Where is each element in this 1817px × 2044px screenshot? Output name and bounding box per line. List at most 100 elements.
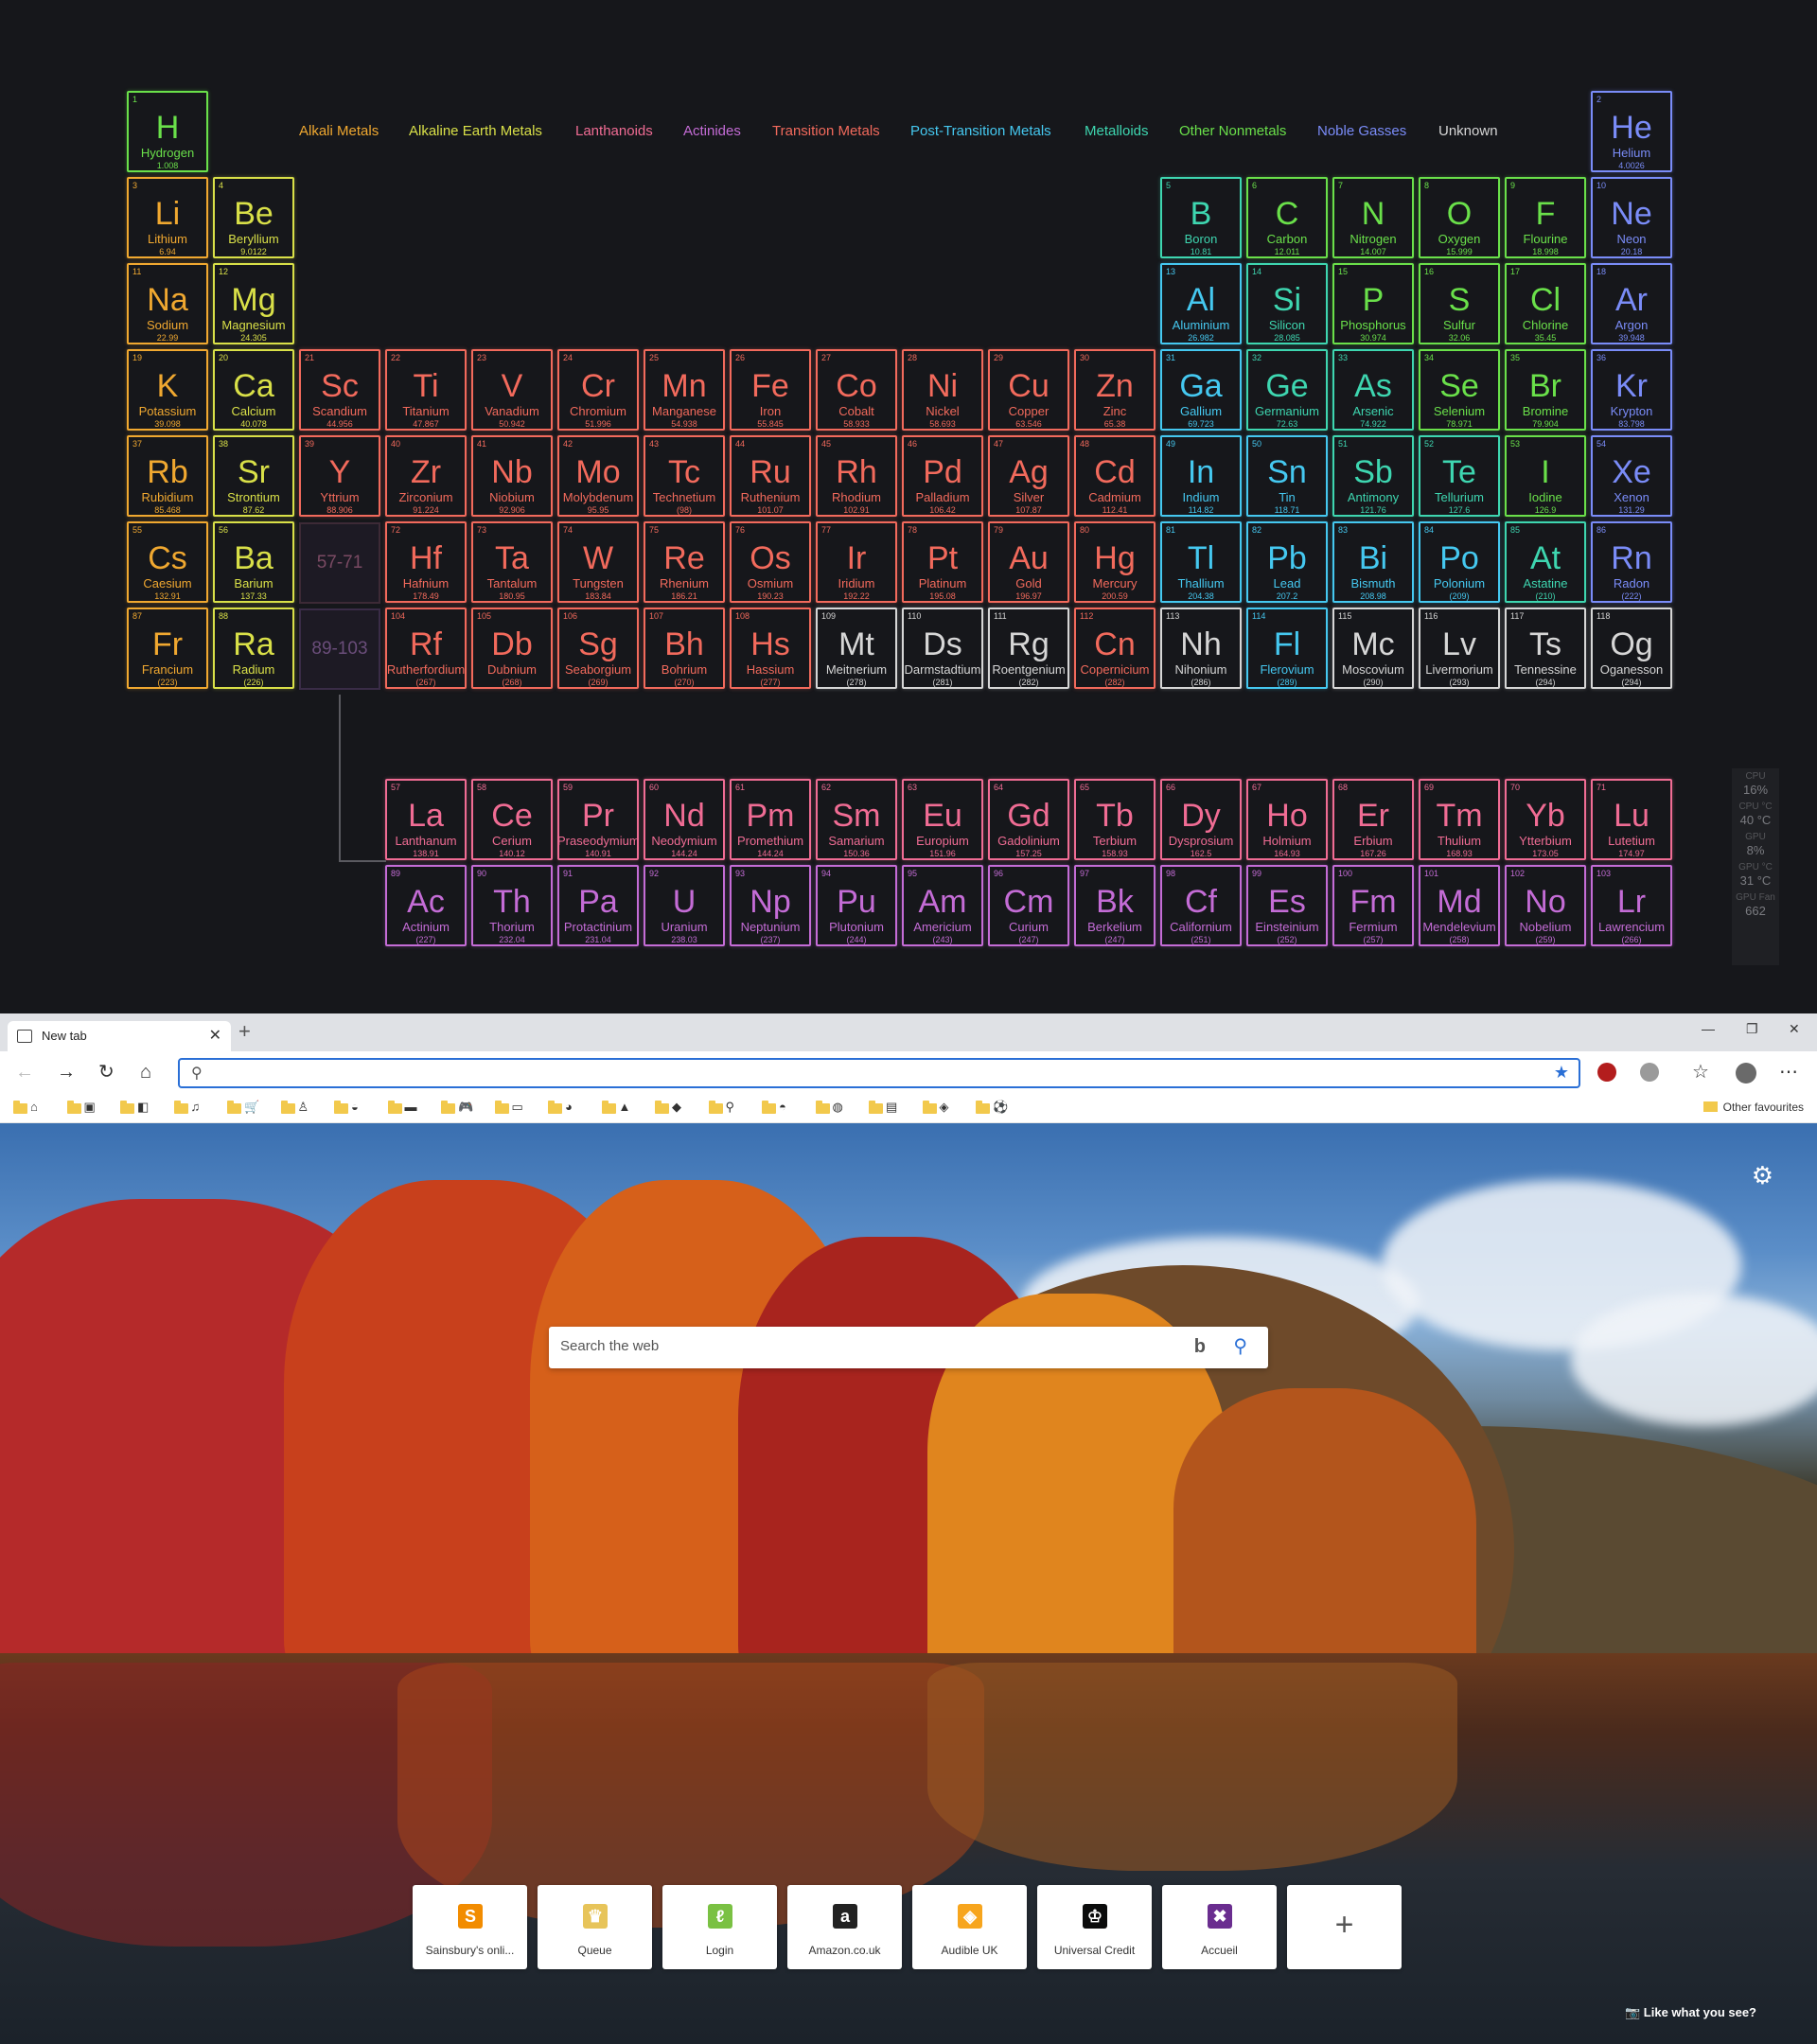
element-symbol: Ac [407, 884, 445, 920]
element-mass: 121.76 [1360, 505, 1386, 515]
profile-avatar[interactable] [1736, 1063, 1756, 1084]
element-name: Yttrium [320, 490, 360, 504]
favourites-list-icon[interactable]: ☆ [1692, 1061, 1709, 1084]
element-cell: 48 Cd Cadmium 112.41 [1074, 435, 1155, 517]
element-number: 91 [563, 869, 573, 878]
element-symbol: Ru [750, 454, 791, 490]
search-icon[interactable]: ⚲ [1233, 1334, 1247, 1358]
element-mass: 4.0026 [1618, 161, 1645, 170]
element-name: Bohrium [661, 662, 708, 677]
element-name: Germanium [1255, 404, 1319, 418]
element-mass: (278) [846, 678, 867, 687]
site-logo-icon: a [833, 1904, 857, 1929]
element-name: Zirconium [398, 490, 453, 504]
new-tab-button[interactable]: + [238, 1021, 251, 1042]
web-search-box[interactable]: b ⚲ [549, 1327, 1268, 1368]
element-mass: 88.906 [326, 505, 353, 515]
element-number: 26 [735, 353, 746, 362]
site-favicon-icon: ◕ [565, 1100, 573, 1114]
element-cell: 92 U Uranium 238.03 [644, 865, 725, 946]
element-symbol: Ir [846, 540, 867, 576]
element-number: 78 [908, 525, 918, 535]
extension-icon[interactable] [1640, 1063, 1659, 1082]
element-number: 74 [563, 525, 573, 535]
close-window-button[interactable]: ✕ [1789, 1021, 1800, 1037]
element-mass: 138.91 [413, 849, 439, 858]
site-logo-icon: ◈ [958, 1904, 982, 1929]
element-mass: 85.468 [154, 505, 181, 515]
bing-logo-icon[interactable]: b [1194, 1336, 1206, 1358]
element-mass: (226) [243, 678, 264, 687]
element-cell: 58 Ce Cerium 140.12 [471, 779, 553, 860]
site-favicon-icon: ▤ [886, 1100, 898, 1114]
element-symbol: Tb [1096, 798, 1134, 834]
search-input[interactable] [560, 1338, 1185, 1354]
element-number: 30 [1080, 353, 1090, 362]
element-cell: 115 Mc Moscovium (290) [1332, 608, 1414, 689]
refresh-icon[interactable]: ↻ [98, 1061, 115, 1084]
add-quick-link-button[interactable]: + [1287, 1885, 1402, 1969]
folder-icon [655, 1101, 669, 1114]
element-number: 49 [1166, 439, 1176, 449]
element-name: Mercury [1092, 576, 1138, 590]
element-symbol: Mg [231, 282, 276, 318]
element-name: Radon [1613, 576, 1650, 590]
adblock-extension-icon[interactable] [1597, 1063, 1616, 1082]
site-favicon-icon: ▲ [618, 1100, 631, 1114]
element-mass: 102.91 [843, 505, 870, 515]
element-cell: 24 Cr Chromium 51.996 [557, 349, 639, 431]
element-mass: 40.078 [240, 419, 267, 429]
other-favourites-folder[interactable]: Other favourites [1702, 1101, 1804, 1114]
element-number: 59 [563, 783, 573, 792]
quick-link-tile[interactable]: ◈ Audible UK [912, 1885, 1027, 1969]
element-number: 105 [477, 611, 492, 621]
address-bar[interactable]: ⚲ ★ [178, 1058, 1580, 1088]
element-cell: 1 H Hydrogen 1.008 [127, 91, 208, 172]
element-mass: 101.07 [757, 505, 784, 515]
element-number: 117 [1510, 611, 1525, 621]
element-symbol: N [1361, 196, 1385, 232]
site-favicon-icon: ◓ [779, 1100, 786, 1114]
quick-link-tile[interactable]: ♛ Queue [538, 1885, 652, 1969]
quick-link-tile[interactable]: S Sainsbury's onli... [413, 1885, 527, 1969]
element-name: Helium [1612, 146, 1651, 160]
quick-link-tile[interactable]: ℓ Login [662, 1885, 777, 1969]
quick-link-tile[interactable]: ✖ Accueil [1162, 1885, 1277, 1969]
element-symbol: Bh [664, 626, 704, 662]
address-input[interactable] [216, 1063, 1522, 1084]
forward-arrow-icon[interactable]: → [57, 1061, 76, 1084]
home-icon[interactable]: ⌂ [140, 1061, 151, 1084]
back-arrow-icon[interactable]: ← [15, 1061, 34, 1084]
element-cell: 59 Pr Praseodymium 140.91 [557, 779, 639, 860]
favourite-star-icon[interactable]: ★ [1554, 1063, 1569, 1083]
element-name: Xenon [1614, 490, 1649, 504]
folder-icon [815, 1101, 830, 1114]
f-block-connector [339, 695, 341, 861]
tab-new-tab[interactable]: New tab ✕ [8, 1021, 231, 1051]
element-name: Indium [1182, 490, 1220, 504]
more-options-icon[interactable]: ⋯ [1779, 1061, 1798, 1084]
hw-stat-label: GPU Fan [1736, 892, 1775, 903]
element-mass: (293) [1449, 678, 1470, 687]
element-cell: 42 Mo Molybdenum 95.95 [557, 435, 639, 517]
restore-button[interactable]: ❐ [1746, 1021, 1758, 1037]
element-symbol: Se [1439, 368, 1479, 404]
site-favicon-icon: ⚽ [993, 1100, 1009, 1114]
element-cell: 20 Ca Calcium 40.078 [213, 349, 294, 431]
quick-link-tile[interactable]: ♔ Universal Credit [1037, 1885, 1152, 1969]
folder-icon [762, 1101, 776, 1114]
minimize-button[interactable]: — [1702, 1021, 1715, 1036]
element-cell: 78 Pt Platinum 195.08 [902, 521, 983, 603]
element-symbol: Pu [837, 884, 876, 920]
like-what-you-see-link[interactable]: 📷 Like what you see? [1625, 2005, 1756, 2020]
element-symbol: Ge [1265, 368, 1309, 404]
element-symbol: Pb [1267, 540, 1307, 576]
element-mass: 192.22 [843, 591, 870, 601]
element-mass: (286) [1191, 678, 1211, 687]
quick-link-tile[interactable]: a Amazon.co.uk [787, 1885, 902, 1969]
element-number: 50 [1252, 439, 1262, 449]
element-name: Lithium [148, 232, 187, 246]
page-settings-gear-icon[interactable]: ⚙ [1752, 1161, 1773, 1190]
element-number: 37 [132, 439, 143, 449]
close-tab-icon[interactable]: ✕ [209, 1026, 221, 1045]
